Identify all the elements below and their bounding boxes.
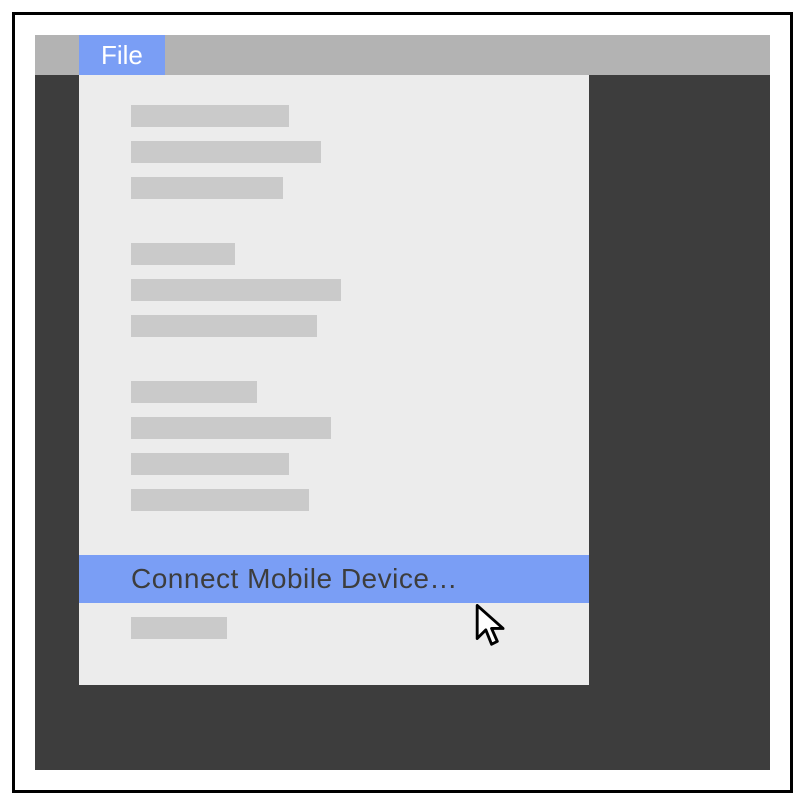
app-window: File Connect Mobile Device… — [35, 35, 770, 770]
window-frame: File Connect Mobile Device… — [12, 12, 793, 793]
menu-item[interactable] — [131, 489, 309, 511]
menu-separator — [79, 351, 589, 381]
menu-item-connect-mobile-device[interactable]: Connect Mobile Device… — [79, 555, 589, 603]
menu-item[interactable] — [131, 315, 317, 337]
menu-separator — [79, 213, 589, 243]
menu-item[interactable] — [131, 243, 235, 265]
menu-separator — [79, 525, 589, 555]
menu-file[interactable]: File — [79, 35, 165, 75]
menu-bar: File — [35, 35, 770, 75]
menu-item[interactable] — [131, 177, 283, 199]
menu-item[interactable] — [131, 105, 289, 127]
menu-item[interactable] — [131, 453, 289, 475]
menu-item[interactable] — [131, 279, 341, 301]
file-dropdown: Connect Mobile Device… — [79, 75, 589, 685]
menu-item[interactable] — [131, 417, 331, 439]
menu-item[interactable] — [131, 381, 257, 403]
menu-item[interactable] — [131, 617, 227, 639]
menu-item-label: Connect Mobile Device… — [131, 563, 458, 595]
menu-item[interactable] — [131, 141, 321, 163]
